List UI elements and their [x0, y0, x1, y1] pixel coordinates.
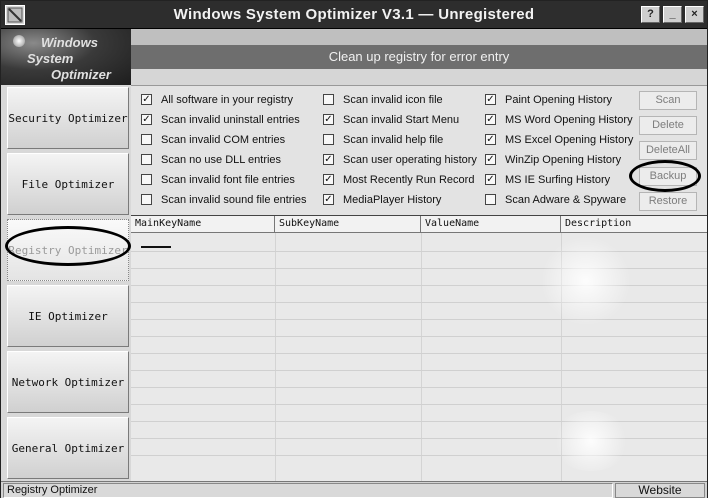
checkbox[interactable]: ✓: [485, 134, 496, 145]
sidebar: Security Optimizer File Optimizer Regist…: [1, 85, 131, 481]
logo-line-2: System: [27, 51, 74, 66]
app-logo: Windows System Optimizer: [1, 29, 131, 85]
window-title: Windows System Optimizer V3.1 — Unregist…: [173, 6, 535, 23]
restore-button[interactable]: Restore: [639, 192, 697, 211]
status-text: Registry Optimizer: [3, 483, 613, 498]
checkbox[interactable]: ✓: [323, 154, 334, 165]
delete-all-button[interactable]: DeleteAll: [639, 141, 697, 160]
app-window: Windows System Optimizer V3.1 — Unregist…: [0, 0, 708, 498]
sidebar-item-ie-optimizer[interactable]: IE Optimizer: [7, 285, 129, 347]
option-label: Scan invalid help file: [343, 134, 444, 146]
option-label: MS IE Surfing History: [505, 174, 611, 186]
option-label: Paint Opening History: [505, 94, 612, 106]
checkbox[interactable]: [141, 194, 152, 205]
checkbox[interactable]: ✓: [485, 174, 496, 185]
option-label: All software in your registry: [161, 94, 294, 106]
header-spacer: [131, 69, 707, 85]
checkbox[interactable]: ✓: [485, 114, 496, 125]
row-divider: [131, 387, 707, 388]
sparkle-icon: [13, 35, 25, 47]
checkbox[interactable]: ✓: [485, 94, 496, 105]
checkbox[interactable]: [485, 194, 496, 205]
checkbox[interactable]: ✓: [323, 194, 334, 205]
option-label: Scan invalid icon file: [343, 94, 443, 106]
sidebar-item-file-optimizer[interactable]: File Optimizer: [7, 153, 129, 215]
option-label: MediaPlayer History: [343, 194, 442, 206]
sidebar-item-general-optimizer[interactable]: General Optimizer: [7, 417, 129, 479]
column-header-subkeyname[interactable]: SubKeyName: [275, 216, 421, 233]
sidebar-item-network-optimizer[interactable]: Network Optimizer: [7, 351, 129, 413]
row-divider: [131, 336, 707, 337]
row-divider: [131, 370, 707, 371]
checkbox[interactable]: [141, 134, 152, 145]
minimize-button[interactable]: _: [663, 6, 682, 23]
logo-line-1: Windows: [41, 35, 98, 50]
column-divider: [275, 233, 276, 482]
row-divider: [131, 353, 707, 354]
close-button[interactable]: ×: [685, 6, 704, 23]
status-bar: Registry Optimizer Website: [1, 481, 707, 498]
option-label: MS Excel Opening History: [505, 134, 634, 146]
checkbox[interactable]: [141, 154, 152, 165]
option-label: Scan invalid font file entries: [161, 174, 295, 186]
row-divider: [131, 404, 707, 405]
option-label: Scan invalid sound file entries: [161, 194, 307, 206]
website-link[interactable]: Website: [615, 483, 705, 498]
checkbox[interactable]: ✓: [323, 174, 334, 185]
background-glow: [551, 411, 631, 471]
checkbox[interactable]: ✓: [141, 94, 152, 105]
option-label: Scan user operating history: [343, 154, 477, 166]
option-label: WinZip Opening History: [505, 154, 622, 166]
page-subtitle: Clean up registry for error entry: [131, 45, 707, 69]
delete-button[interactable]: Delete: [639, 116, 697, 135]
column-header-mainkeyname[interactable]: MainKeyName: [131, 216, 275, 233]
table-header: MainKeyName SubKeyName ValueName Descrip…: [131, 216, 707, 233]
option-label: Scan invalid Start Menu: [343, 114, 460, 126]
highlight-ring-registry: [5, 226, 131, 266]
option-label: Scan no use DLL entries: [161, 154, 282, 166]
column-header-valuename[interactable]: ValueName: [421, 216, 561, 233]
results-table[interactable]: MainKeyName SubKeyName ValueName Descrip…: [131, 215, 707, 482]
column-header-description[interactable]: Description: [561, 216, 707, 233]
title-bar[interactable]: Windows System Optimizer V3.1 — Unregist…: [1, 1, 707, 29]
option-label: Scan invalid COM entries: [161, 134, 286, 146]
checkbox[interactable]: [323, 94, 334, 105]
checkbox[interactable]: ✓: [485, 154, 496, 165]
option-label: Scan Adware & Spyware: [505, 194, 627, 206]
background-glow: [541, 236, 631, 326]
option-label: MS Word Opening History: [505, 114, 633, 126]
row-placeholder-dash: [141, 246, 171, 248]
option-label: Most Recently Run Record: [343, 174, 475, 186]
scan-options-panel: ✓ All software in your registry ✓ Scan i…: [131, 85, 707, 215]
checkbox[interactable]: ✓: [141, 114, 152, 125]
highlight-ring-backup: [629, 160, 701, 192]
header-strip: [131, 29, 707, 45]
checkbox[interactable]: ✓: [323, 114, 334, 125]
checkbox[interactable]: [141, 174, 152, 185]
help-button[interactable]: ?: [641, 6, 660, 23]
row-divider: [131, 319, 707, 320]
option-label: Scan invalid uninstall entries: [161, 114, 300, 126]
column-divider: [421, 233, 422, 482]
logo-line-3: Optimizer: [51, 67, 111, 82]
scan-button[interactable]: Scan: [639, 91, 697, 110]
checkbox[interactable]: [323, 134, 334, 145]
sidebar-item-security-optimizer[interactable]: Security Optimizer: [7, 87, 129, 149]
